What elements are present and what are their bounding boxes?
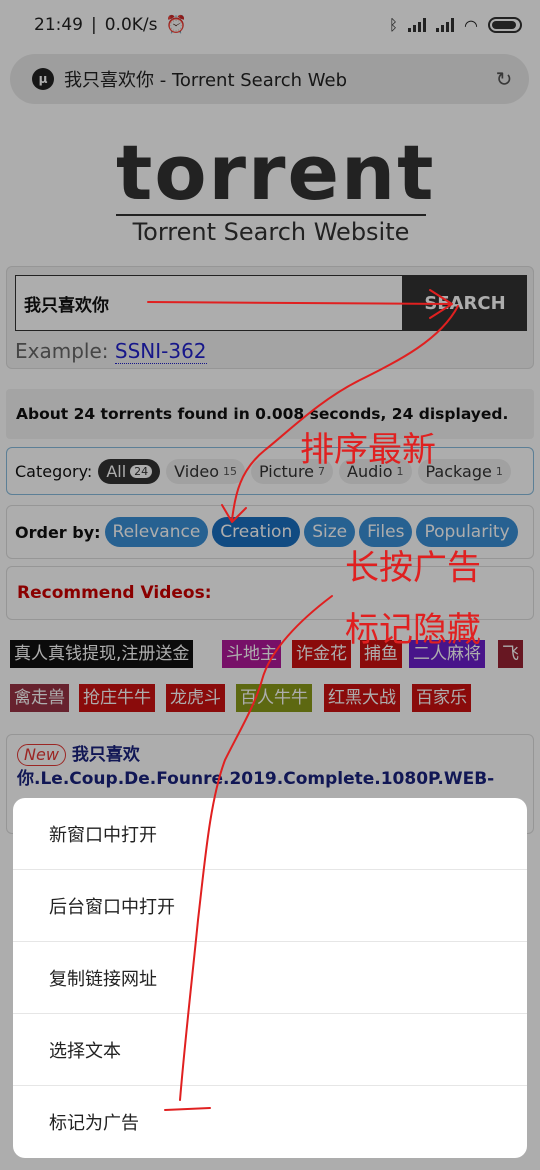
menu-copy-link[interactable]: 复制链接网址 [13,942,527,1014]
annotation-long-press-ad: 长按广告 [345,548,481,588]
annotation-mark-hide: 标记隐藏 [345,610,481,650]
menu-mark-as-ad[interactable]: 标记为广告 [13,1086,527,1158]
context-menu: 新窗口中打开 后台窗口中打开 复制链接网址 选择文本 标记为广告 [13,798,527,1158]
menu-open-new-window[interactable]: 新窗口中打开 [13,798,527,870]
menu-select-text[interactable]: 选择文本 [13,1014,527,1086]
annotation-sort-newest: 排序最新 [300,430,436,470]
menu-open-background-window[interactable]: 后台窗口中打开 [13,870,527,942]
